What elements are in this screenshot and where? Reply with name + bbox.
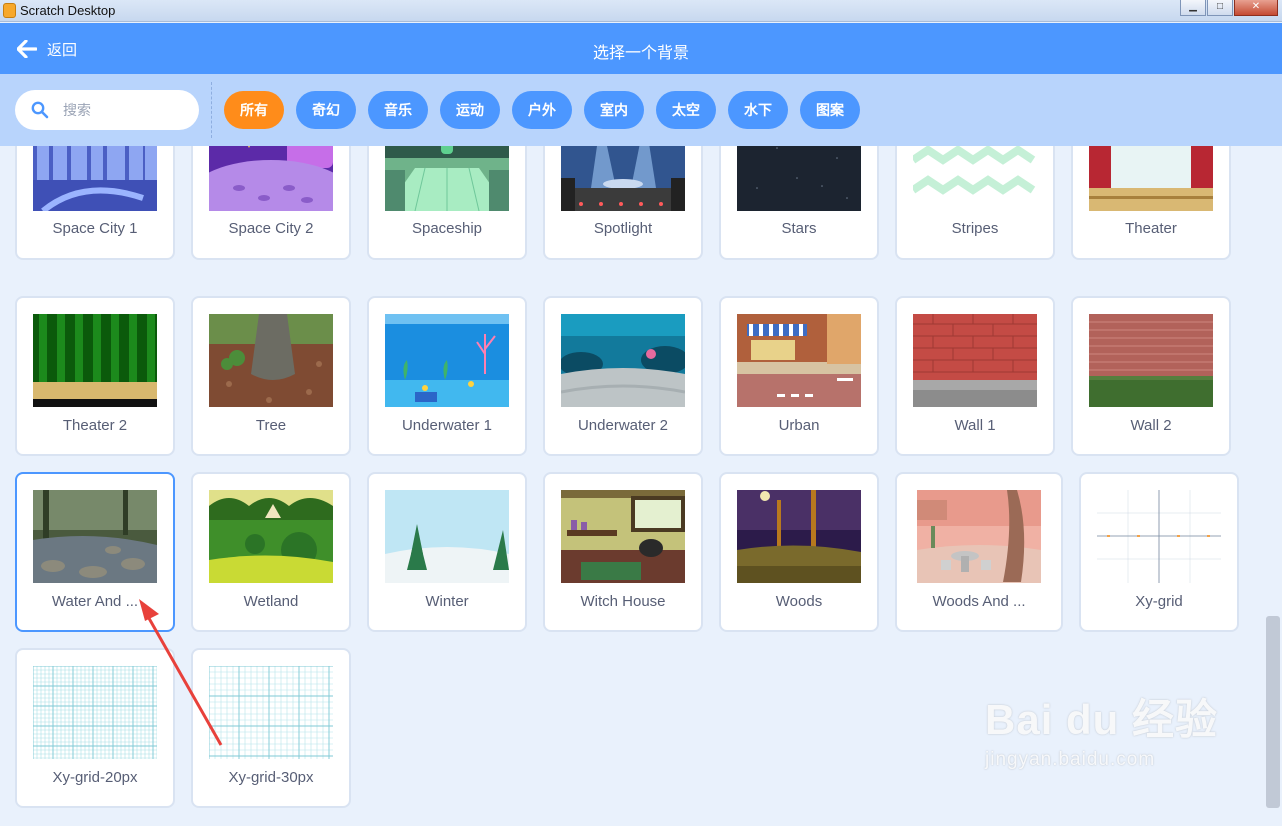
search-box[interactable] [15,90,199,130]
backdrop-thumbnail [385,490,509,583]
backdrop-card-water-and-rocks[interactable]: Water And ... [15,472,175,632]
backdrop-thumbnail [737,314,861,407]
backdrop-name: Water And ... [51,593,139,610]
backdrop-card-underwater-1[interactable]: Underwater 1 [367,296,527,456]
backdrop-thumbnail [33,146,157,211]
watermark-brand: Bai du 经验 [985,696,1219,743]
tag-list: 所有 奇幻 音乐 运动 户外 室内 太空 水下 图案 [224,91,872,129]
tag-8[interactable]: 图案 [800,91,860,129]
backdrop-name: Wall 1 [954,417,996,434]
watermark-url: jingyan.baidu.com [985,749,1156,770]
backdrop-thumbnail [1097,490,1221,583]
backdrop-name: Theater 2 [62,417,128,434]
tag-6[interactable]: 太空 [656,91,716,129]
tag-5[interactable]: 室内 [584,91,644,129]
app-window: Scratch Desktop ▁ □ ✕ 返回 选择一个背景 所有奇幻音乐运动… [0,0,1282,826]
backdrop-name: Space City 2 [228,220,314,237]
tag-1[interactable]: 奇幻 [296,91,356,129]
backdrop-thumbnail [385,314,509,407]
backdrop-thumbnail [33,314,157,407]
backdrop-thumbnail [913,314,1037,407]
backdrop-thumbnail [1089,314,1213,407]
backdrop-thumbnail [33,490,157,583]
backdrop-card-theater-2[interactable]: Theater 2 [15,296,175,456]
scrollbar-track[interactable] [1264,146,1282,826]
backdrop-thumbnail [913,146,1037,211]
backdrop-thumbnail [209,314,333,407]
filter-bar: 所有奇幻音乐运动户外室内太空水下图案 [0,74,1282,146]
library-header: 返回 选择一个背景 [0,23,1282,74]
backdrop-name: Space City 1 [52,220,138,237]
backdrop-thumbnail [209,146,333,211]
backdrop-name: Spaceship [411,220,483,237]
tag-4[interactable]: 户外 [512,91,572,129]
backdrop-thumbnail [385,146,509,211]
backdrop-card-xy-grid[interactable]: Xy-grid [1079,472,1239,632]
search-input[interactable] [63,102,183,118]
backdrop-name: Urban [778,417,820,434]
backdrop-thumbnail [33,666,157,759]
backdrop-card-wall-1[interactable]: Wall 1 [895,296,1055,456]
backdrop-thumbnail [561,314,685,407]
backdrop-thumbnail [917,490,1041,583]
backdrop-card-space-city-2[interactable]: Space City 2 [191,146,351,260]
tag-7[interactable]: 水下 [728,91,788,129]
backdrop-name: Winter [425,593,469,610]
backdrop-name: Stars [781,220,817,237]
backdrop-card-theater[interactable]: Theater [1071,146,1231,260]
backdrop-name: Witch House [580,593,666,610]
backdrop-card-spaceship[interactable]: Spaceship [367,146,527,260]
window-title: Scratch Desktop [20,3,116,18]
backdrop-card-spotlight[interactable]: Spotlight [543,146,703,260]
backdrop-name: Tree [255,417,287,434]
backdrop-card-xy-grid-20px[interactable]: Xy-grid-20px [15,648,175,808]
backdrop-card-winter[interactable]: Winter [367,472,527,632]
backdrop-thumbnail [737,146,861,211]
scratch-app-icon [3,3,16,18]
backdrop-card-woods[interactable]: Woods [719,472,879,632]
backdrop-name: Spotlight [593,220,653,237]
scrollbar-thumb[interactable] [1266,616,1280,808]
backdrop-card-tree[interactable]: Tree [191,296,351,456]
backdrop-card-stars[interactable]: Stars [719,146,879,260]
os-title-bar: Scratch Desktop ▁ □ ✕ [0,0,1282,22]
backdrop-thumbnail [561,490,685,583]
backdrop-card-wall-2[interactable]: Wall 2 [1071,296,1231,456]
backdrop-thumbnail [1089,146,1213,211]
backdrop-name: Theater [1125,220,1177,237]
page-title: 选择一个背景 [592,45,689,62]
search-icon [31,101,49,119]
backdrop-name: Underwater 1 [401,417,493,434]
backdrop-name: Underwater 2 [577,417,669,434]
backdrop-card-stripes[interactable]: Stripes [895,146,1055,260]
maximize-button[interactable]: □ [1207,0,1233,16]
close-window-button[interactable]: ✕ [1234,0,1278,16]
backdrop-card-woods-and-bench[interactable]: Woods And ... [895,472,1063,632]
backdrop-card-space-city-1[interactable]: Space City 1 [15,146,175,260]
backdrop-thumbnail [209,490,333,583]
backdrop-name: Woods And ... [932,593,1026,610]
backdrop-name: Wetland [243,593,299,610]
tag-3[interactable]: 运动 [440,91,500,129]
tag-2[interactable]: 音乐 [368,91,428,129]
backdrop-name: Xy-grid-30px [228,769,314,786]
backdrop-card-xy-grid-30px[interactable]: Xy-grid-30px [191,648,351,808]
tag-0[interactable]: 所有 [224,91,284,129]
baidu-watermark: Bai du 经验 jingyan.baidu.com [985,686,1218,771]
backdrop-name: Stripes [951,220,999,237]
backdrop-thumbnail [737,490,861,583]
backdrop-name: Woods [775,593,823,610]
minimize-button[interactable]: ▁ [1180,0,1206,16]
backdrop-thumbnail [209,666,333,759]
backdrop-name: Xy-grid-20px [52,769,138,786]
backdrop-thumbnail [561,146,685,211]
backdrop-card-wetland[interactable]: Wetland [191,472,351,632]
backdrop-name: Xy-grid [1135,593,1183,610]
backdrop-card-underwater-2[interactable]: Underwater 2 [543,296,703,456]
backdrop-card-witch-house[interactable]: Witch House [543,472,703,632]
filter-divider [211,82,212,138]
backdrop-name: Wall 2 [1130,417,1172,434]
backdrop-card-urban[interactable]: Urban [719,296,879,456]
